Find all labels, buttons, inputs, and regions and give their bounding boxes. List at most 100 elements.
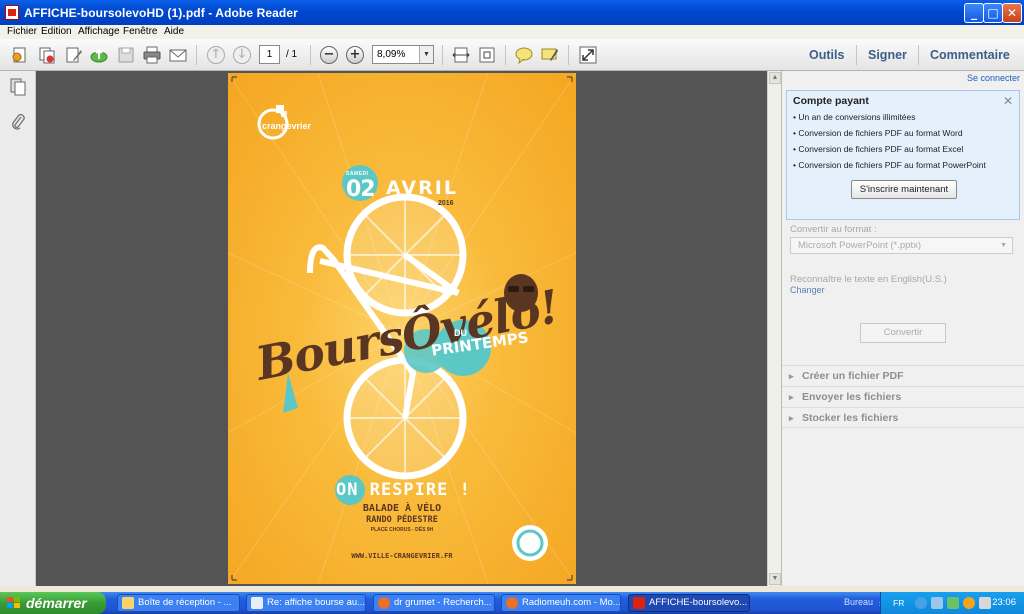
window-title: AFFICHE-boursolevoHD (1).pdf - Adobe Rea… (24, 6, 298, 20)
save-icon[interactable] (117, 46, 135, 64)
date-day: 02 (346, 177, 376, 202)
adobe-reader-icon (5, 5, 19, 20)
fullscreen-icon[interactable] (579, 46, 597, 64)
toolbar-separator (442, 45, 443, 65)
start-label: démarrer (26, 595, 87, 611)
task-label: Boîte de réception - ... (138, 597, 232, 608)
system-tray: FR 23:06 (880, 592, 1024, 614)
menu-fenetre[interactable]: Fenêtre (123, 26, 157, 37)
zoom-out-button[interactable]: − (320, 46, 338, 64)
convert-format-value: Microsoft PowerPoint (*.pptx) (798, 240, 922, 251)
date-month: AVRIL (386, 177, 458, 199)
mail-icon (251, 597, 263, 609)
page-number-input[interactable]: 1 (259, 45, 280, 64)
toolbar-separator (310, 45, 311, 65)
promo-feature-item: Conversion de fichiers PDF au format Wor… (793, 128, 986, 144)
task-label: AFFICHE-boursolevo... (649, 597, 748, 608)
edit-pdf-icon[interactable] (65, 46, 83, 64)
toolbar-separator (568, 45, 569, 65)
bureau-toolbar-label[interactable]: Bureau (844, 597, 873, 607)
menu-fichier[interactable]: Fichier (7, 26, 37, 37)
attachments-paperclip-icon[interactable] (10, 113, 26, 131)
adobe-reader-icon (633, 597, 645, 609)
title-bar[interactable]: AFFICHE-boursolevoHD (1).pdf - Adobe Rea… (0, 0, 1024, 25)
clock: 23:06 (992, 597, 1016, 608)
convert-format-label: Convertir au format : (790, 224, 877, 235)
highlight-icon[interactable] (541, 46, 559, 64)
previous-page-button[interactable]: ↑ (207, 46, 225, 64)
menu-bar: Fichier Edition Affichage Fenêtre Aide (0, 25, 1024, 39)
poster-url: WWW.VILLE-CRANGEVRIER.FR (351, 552, 453, 560)
chevron-down-icon: ▼ (1000, 242, 1007, 249)
page-thumbnails-icon[interactable] (9, 78, 27, 96)
minimize-button[interactable]: _ (964, 3, 984, 23)
zoom-select[interactable]: 8,09% ▼ (372, 45, 434, 64)
task-firefox-radiomeuh[interactable]: Radiomeuh.com - Mo... (501, 594, 621, 612)
next-page-button[interactable]: ↓ (233, 46, 251, 64)
menu-aide[interactable]: Aide (164, 26, 184, 37)
task-label: Radiomeuh.com - Mo... (522, 597, 621, 608)
task-firefox-search[interactable]: dr grumet - Recherch... (373, 594, 495, 612)
section-store-files[interactable]: Stocker les fichiers (782, 407, 1024, 428)
print-icon[interactable] (143, 46, 161, 64)
vertical-scrollbar[interactable]: ▲ ▼ (767, 71, 781, 586)
signer-button[interactable]: Signer (868, 48, 907, 62)
zoom-in-button[interactable]: + (346, 46, 364, 64)
ocr-language-label: Reconnaître le texte en English(U.S.) (790, 274, 947, 285)
cloud-upload-icon[interactable] (90, 46, 108, 64)
section-create-pdf[interactable]: Créer un fichier PDF (782, 365, 1024, 386)
start-button[interactable]: démarrer (0, 592, 106, 614)
promo-feature-item: Conversion de fichiers PDF au format Exc… (793, 144, 986, 160)
updates-icon[interactable] (963, 597, 975, 609)
task-adobe-reader[interactable]: AFFICHE-boursolevo... (628, 594, 750, 612)
security-icon[interactable] (947, 597, 959, 609)
firefox-icon (506, 597, 518, 609)
se-connecter-link[interactable]: Se connecter (967, 73, 1020, 83)
close-button[interactable]: ✕ (1002, 3, 1022, 23)
volume-icon[interactable] (979, 597, 991, 609)
outlook-icon (122, 597, 134, 609)
menu-edition[interactable]: Edition (41, 26, 72, 37)
convert-button[interactable]: Convertir (860, 323, 946, 343)
close-icon[interactable]: ✕ (1003, 94, 1013, 108)
change-language-link[interactable]: Changer (790, 285, 825, 295)
promo-feature-item: Un an de conversions illimitées (793, 112, 986, 128)
comment-bubble-icon[interactable] (515, 46, 533, 64)
poster-line-balade: BALADE À VÉLO (362, 503, 442, 514)
network-icon[interactable] (931, 597, 943, 609)
convert-format-select[interactable]: Microsoft PowerPoint (*.pptx) ▼ (790, 237, 1013, 254)
scroll-down-icon[interactable]: ▼ (769, 573, 781, 585)
outils-button[interactable]: Outils (809, 48, 844, 62)
commentaire-button[interactable]: Commentaire (930, 48, 1010, 62)
navigation-pane (0, 71, 36, 586)
subscribe-button[interactable]: S'inscrire maintenant (851, 180, 957, 199)
date-year: 2016 (438, 200, 454, 207)
combine-files-icon[interactable] (38, 46, 56, 64)
zoom-value: 8,09% (377, 49, 406, 60)
task-outlook[interactable]: Boîte de réception - ... (117, 594, 240, 612)
task-label: Re: affiche bourse au... (267, 597, 366, 608)
fit-page-icon[interactable] (478, 46, 496, 64)
section-send-files[interactable]: Envoyer les fichiers (782, 386, 1024, 407)
email-icon[interactable] (169, 46, 187, 64)
adobe-reader-window: AFFICHE-boursolevoHD (1).pdf - Adobe Rea… (0, 0, 1024, 592)
task-mail-reply[interactable]: Re: affiche bourse au... (246, 594, 366, 612)
help-icon[interactable] (915, 597, 927, 609)
firefox-icon (378, 597, 390, 609)
language-indicator[interactable]: FR (893, 598, 904, 608)
task-label: dr grumet - Recherch... (394, 597, 492, 608)
fit-width-icon[interactable] (452, 46, 470, 64)
promo-title: Compte payant (793, 95, 869, 107)
toolbar-separator (856, 45, 857, 65)
taskbar: démarrer Boîte de réception - ... Re: af… (0, 592, 1024, 614)
menu-affichage[interactable]: Affichage (78, 26, 120, 37)
paid-account-promo: Compte payant ✕ Un an de conversions ill… (786, 90, 1020, 220)
page-total: / 1 (286, 49, 298, 60)
maximize-button[interactable]: □ (983, 3, 1003, 23)
chevron-down-icon[interactable]: ▼ (419, 46, 433, 63)
scroll-up-icon[interactable]: ▲ (769, 72, 781, 84)
poster-line-rando: RANDO PÉDESTRE (366, 515, 438, 525)
poster-line-place: PLACE CHORUS - DÈS 9H (370, 527, 434, 533)
pdf-page[interactable]: crangevrier SAMEDI 02 AVRIL 2016 BoursÔv… (228, 73, 576, 584)
create-pdf-icon[interactable] (11, 46, 29, 64)
